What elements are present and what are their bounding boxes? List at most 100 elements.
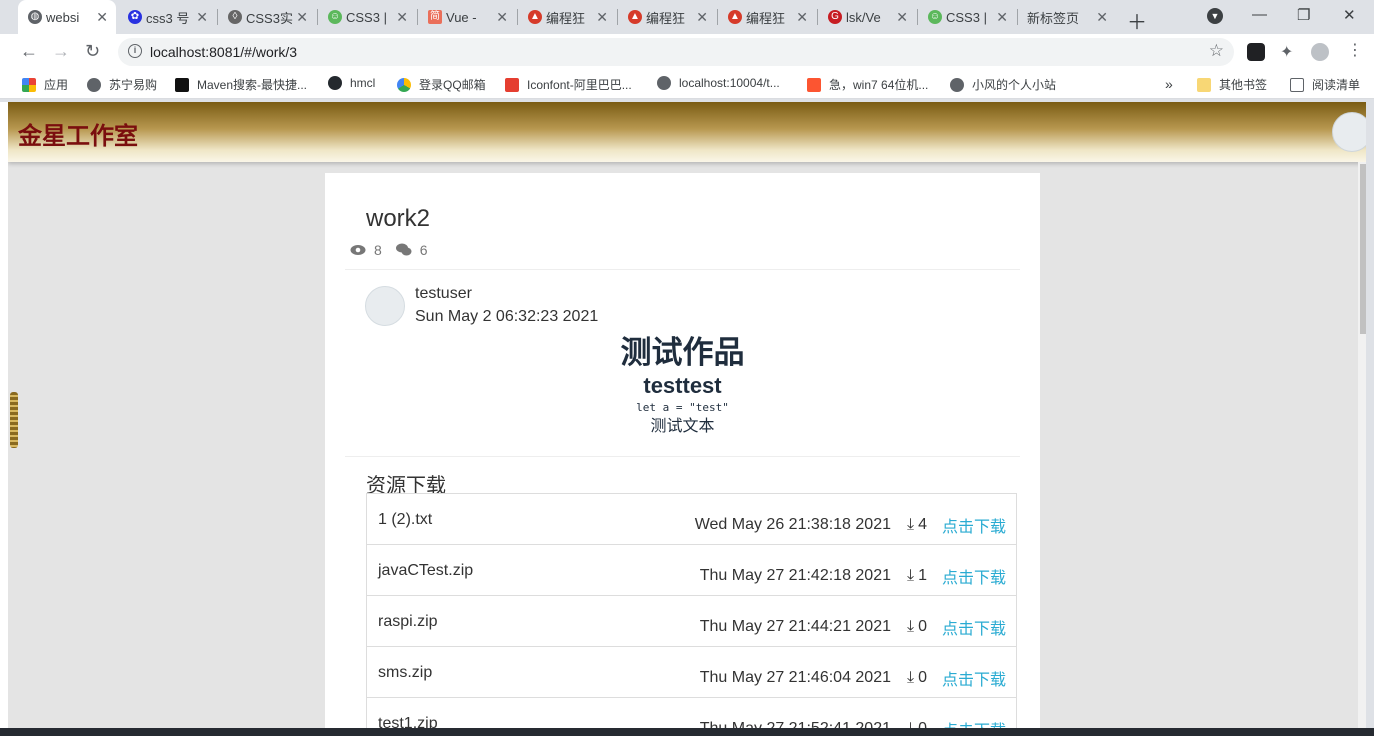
bookmark-hmcl[interactable]: hmcl <box>328 76 375 90</box>
close-tab-icon[interactable]: ✕ <box>396 9 408 26</box>
page-scrollbar[interactable] <box>1358 162 1366 728</box>
tab-vue[interactable]: 简 Vue - ✕ <box>418 0 516 34</box>
download-icon: ⤓ <box>907 567 915 584</box>
reload-button[interactable]: ↻ <box>85 41 100 62</box>
new-tab-button[interactable]: ＋ <box>1127 6 1147 35</box>
tab-biancheng-1[interactable]: ▲ 编程狂 ✕ <box>518 0 616 34</box>
bookmark-suning[interactable]: 苏宁易购 <box>87 76 157 93</box>
close-tab-icon[interactable]: ✕ <box>796 9 808 26</box>
tab-css3-4[interactable]: ☺ CSS3 | ✕ <box>918 0 1016 34</box>
page-viewport: 金星工作室 work2 8 6 testuser Sun May 2 06:32… <box>8 102 1366 728</box>
download-count: 0 <box>918 720 927 728</box>
download-link[interactable]: 点击下载 <box>942 564 1006 588</box>
bookmark-csdn[interactable]: 急，win7 64位机... <box>807 76 928 93</box>
close-window-button[interactable]: ✕ <box>1343 6 1356 24</box>
extension-icon[interactable] <box>1247 43 1265 61</box>
download-icon: ⤓ <box>907 618 915 635</box>
forward-button[interactable]: → <box>52 41 70 62</box>
tab-css3-2[interactable]: ◊ CSS3实 ✕ <box>218 0 316 34</box>
coder-icon: ▲ <box>628 10 642 24</box>
view-count: 8 <box>374 242 382 258</box>
divider <box>345 269 1020 270</box>
csdn-icon <box>807 77 821 92</box>
bookmark-localhost[interactable]: localhost:10004/t... <box>657 76 780 90</box>
bookmark-reading-list[interactable]: 阅读清单 <box>1290 76 1360 93</box>
site-logo[interactable]: 金星工作室 <box>18 116 138 151</box>
resource-row: javaCTest.zip Thu May 27 21:42:18 2021 ⤓… <box>366 544 1017 596</box>
bookmark-xiaofeng[interactable]: 小风的个人小站 <box>950 76 1056 93</box>
drag-handle[interactable] <box>10 392 18 448</box>
runoob-icon: ☺ <box>928 10 942 24</box>
more-bookmarks-icon[interactable]: » <box>1165 76 1173 92</box>
scrollbar-thumb[interactable] <box>1360 164 1366 334</box>
download-icon: ⤓ <box>907 669 915 686</box>
tab-biancheng-2[interactable]: ▲ 编程狂 ✕ <box>618 0 716 34</box>
close-tab-icon[interactable]: ✕ <box>596 9 608 26</box>
download-link[interactable]: 点击下载 <box>942 666 1006 690</box>
globe-icon <box>950 77 964 92</box>
minimize-button[interactable]: — <box>1252 6 1267 23</box>
author-name[interactable]: testuser <box>415 285 472 303</box>
close-tab-icon[interactable]: ✕ <box>696 9 708 26</box>
download-count: 0 <box>918 618 927 635</box>
download-link[interactable]: 点击下载 <box>942 513 1006 537</box>
tab-search-icon[interactable]: ▼ <box>1207 8 1223 24</box>
download-count: 1 <box>918 567 927 584</box>
bookmark-other[interactable]: 其他书签 <box>1197 76 1267 93</box>
coder-icon: ▲ <box>528 10 542 24</box>
tab-biancheng-3[interactable]: ▲ 编程狂 ✕ <box>718 0 816 34</box>
close-tab-icon[interactable]: ✕ <box>196 9 208 26</box>
tab-css3-3[interactable]: ☺ CSS3 | ✕ <box>318 0 416 34</box>
upload-date: Thu May 27 21:46:04 2021 <box>699 669 891 686</box>
close-tab-icon[interactable]: ✕ <box>896 9 908 26</box>
resource-row: raspi.zip Thu May 27 21:44:21 2021 ⤓ 0 点击… <box>366 595 1017 647</box>
restore-button[interactable]: ❐ <box>1297 6 1310 24</box>
close-tab-icon[interactable]: ✕ <box>96 9 108 26</box>
qq-icon <box>397 77 411 92</box>
content-subheading: testtest <box>643 373 722 398</box>
puzzle-icon[interactable]: ✦ <box>1280 42 1298 61</box>
close-tab-icon[interactable]: ✕ <box>1096 9 1108 26</box>
work-stats: 8 6 <box>350 242 428 258</box>
folder-icon <box>1197 77 1211 92</box>
author-avatar[interactable] <box>365 286 405 326</box>
user-avatar[interactable] <box>1332 112 1366 152</box>
tab-website[interactable]: ◍ websi ✕ <box>18 0 116 34</box>
tab-gitee[interactable]: G lsk/Ve ✕ <box>818 0 916 34</box>
menu-icon[interactable]: ⋮ <box>1347 40 1365 59</box>
runoob-icon: ☺ <box>328 10 342 24</box>
gitee-icon: G <box>828 10 842 24</box>
upload-date: Thu May 27 21:52:41 2021 <box>700 720 891 728</box>
site-icon: ◊ <box>228 10 242 24</box>
eye-icon <box>350 245 366 255</box>
info-icon[interactable]: i <box>128 44 142 58</box>
bookmark-apps[interactable]: 应用 <box>22 76 68 93</box>
close-tab-icon[interactable]: ✕ <box>296 9 308 26</box>
resource-row: sms.zip Thu May 27 21:46:04 2021 ⤓ 0 点击下载 <box>366 646 1017 698</box>
download-link[interactable]: 点击下载 <box>942 615 1006 639</box>
profile-icon[interactable] <box>1311 43 1329 61</box>
site-header: 金星工作室 <box>8 102 1366 162</box>
bookmark-star-icon[interactable]: ☆ <box>1209 41 1224 61</box>
resource-row: 1 (2).txt Wed May 26 21:38:18 2021 ⤓ 4 点击… <box>366 493 1017 545</box>
jianshu-icon: 简 <box>428 10 442 24</box>
file-name: sms.zip <box>378 664 433 681</box>
resource-row: test1.zip Thu May 27 21:52:41 2021 ⤓ 0 点击… <box>366 697 1017 728</box>
url-text[interactable]: localhost:8081/#/work/3 <box>150 44 297 60</box>
globe-icon <box>657 76 671 90</box>
tab-newtab[interactable]: 新标签页 ✕ <box>1018 0 1116 34</box>
bookmark-qqmail[interactable]: 登录QQ邮箱 <box>397 76 486 93</box>
tab-strip: ◍ websi ✕ ✿ css3 号 ✕ ◊ CSS3实 ✕ ☺ CSS3 | … <box>0 0 1374 34</box>
content-heading: 测试作品 <box>620 335 745 370</box>
close-tab-icon[interactable]: ✕ <box>996 9 1008 26</box>
download-link[interactable]: 点击下载 <box>942 717 1006 728</box>
back-button[interactable]: ← <box>20 41 38 62</box>
address-bar[interactable]: i localhost:8081/#/work/3 ☆ <box>118 38 1234 66</box>
download-icon: ⤓ <box>907 516 915 533</box>
coder-icon: ▲ <box>728 10 742 24</box>
upload-date: Wed May 26 21:38:18 2021 <box>694 516 891 533</box>
close-tab-icon[interactable]: ✕ <box>496 9 508 26</box>
tab-css3-1[interactable]: ✿ css3 号 ✕ <box>118 0 216 34</box>
bookmark-iconfont[interactable]: Iconfont-阿里巴巴... <box>505 76 632 93</box>
bookmark-maven[interactable]: Maven搜索-最快捷... <box>175 76 307 93</box>
